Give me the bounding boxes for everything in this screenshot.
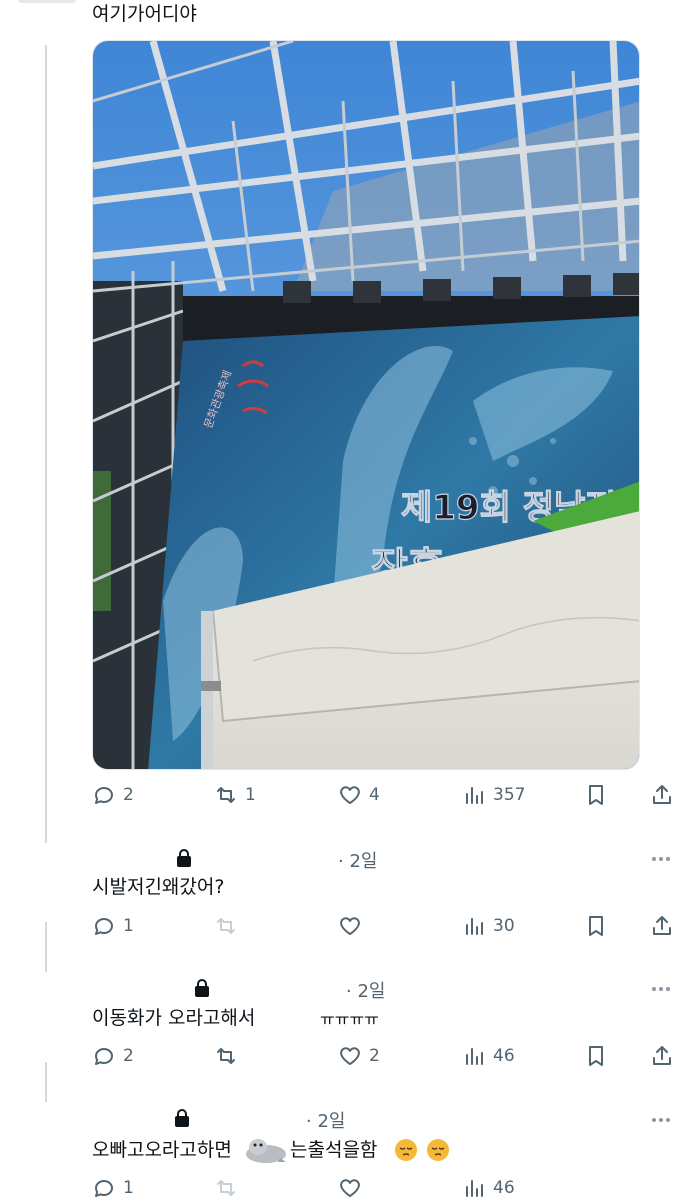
repost-icon — [217, 787, 235, 803]
share-button[interactable] — [650, 1041, 674, 1071]
views-button[interactable]: 30 — [462, 911, 515, 941]
reply-count: 1 — [123, 916, 134, 936]
views-count: 30 — [493, 916, 515, 936]
like-icon — [340, 1047, 360, 1065]
festival-stage-photo: 문화관광축제 제19회 정남진 장흥 — [93, 41, 639, 769]
share-button[interactable] — [650, 911, 674, 941]
reply-icon — [95, 1048, 113, 1065]
lock-icon — [194, 979, 210, 997]
post-photo[interactable]: 문화관광축제 제19회 정남진 장흥 — [92, 40, 640, 770]
views-icon — [466, 918, 483, 935]
thread-line — [45, 1062, 47, 1102]
reply-text: 이동화가 오라고해서 — [92, 1007, 256, 1029]
reply-button[interactable]: 2 — [92, 1041, 134, 1071]
reply-timestamp[interactable]: · 2일 — [306, 1107, 345, 1133]
reply-button[interactable]: 2 — [92, 780, 134, 810]
more-icon[interactable] — [652, 857, 674, 863]
views-button[interactable]: 357 — [462, 780, 525, 810]
bookmark-button[interactable] — [584, 1041, 608, 1071]
main-post-actions: 2 1 4 357 — [92, 780, 682, 810]
thread-line — [45, 45, 47, 843]
repost-icon — [217, 1180, 235, 1196]
reply-text-suffix: 는출석을함 — [290, 1139, 378, 1161]
like-icon — [340, 786, 360, 804]
thread-line — [45, 922, 47, 972]
reply-text: 오빠고오라고하면 — [92, 1139, 232, 1161]
repost-count: 1 — [245, 785, 256, 805]
views-button[interactable]: 46 — [462, 1041, 515, 1071]
repost-button[interactable]: 1 — [214, 780, 256, 810]
reply-count: 2 — [123, 1046, 134, 1066]
main-post-text: 여기가어디야 — [92, 3, 197, 25]
bookmark-icon — [589, 1046, 603, 1066]
repost-button[interactable] — [214, 1041, 238, 1071]
reply-count: 2 — [123, 785, 134, 805]
lock-icon — [176, 849, 192, 867]
lock-icon — [174, 1109, 190, 1127]
sleepy-face-emoji — [394, 1138, 418, 1162]
bookmark-button[interactable] — [584, 780, 608, 810]
reply-actions: 2 2 46 — [92, 1041, 682, 1071]
share-button[interactable] — [650, 780, 674, 810]
views-button[interactable]: 46 — [462, 1173, 515, 1200]
bookmark-button[interactable] — [584, 911, 608, 941]
like-icon — [340, 917, 360, 935]
views-count: 46 — [493, 1046, 515, 1066]
repost-icon — [217, 1048, 235, 1064]
reply-timestamp[interactable]: · 2일 — [346, 977, 385, 1003]
like-count: 2 — [369, 1046, 380, 1066]
repost-icon — [217, 918, 235, 934]
reply-actions: 1 46 — [92, 1173, 682, 1200]
more-icon[interactable] — [652, 987, 674, 993]
share-icon — [653, 916, 671, 935]
seal-emoji — [244, 1132, 288, 1166]
repost-button[interactable] — [214, 911, 238, 941]
sleepy-face-emoji — [426, 1138, 450, 1162]
views-count: 357 — [493, 785, 526, 805]
views-icon — [466, 1048, 483, 1065]
reply-count: 1 — [123, 1178, 134, 1198]
more-icon[interactable] — [652, 1118, 674, 1124]
reply-button[interactable]: 1 — [92, 1173, 134, 1200]
like-count: 4 — [369, 785, 380, 805]
like-button[interactable] — [338, 1173, 362, 1200]
like-icon — [340, 1179, 360, 1197]
bookmark-icon — [589, 785, 603, 805]
reply-text: 시발저긴왜갔어? — [92, 876, 225, 898]
avatar-stub — [18, 0, 76, 3]
reply-icon — [95, 918, 113, 935]
bookmark-icon — [589, 916, 603, 936]
share-icon — [653, 1046, 671, 1065]
views-count: 46 — [493, 1178, 515, 1198]
views-icon — [466, 1180, 483, 1197]
views-icon — [466, 787, 483, 804]
reply-button[interactable]: 1 — [92, 911, 134, 941]
like-button[interactable] — [338, 911, 362, 941]
reply-icon — [95, 1180, 113, 1197]
repost-button[interactable] — [214, 1173, 238, 1200]
reply-timestamp[interactable]: · 2일 — [338, 847, 377, 873]
like-button[interactable]: 2 — [338, 1041, 380, 1071]
share-icon — [653, 785, 671, 804]
like-button[interactable]: 4 — [338, 780, 380, 810]
reply-icon — [95, 787, 113, 804]
reply-actions: 1 30 — [92, 911, 682, 941]
reply-text-suffix: ㅠㅠㅠㅠ — [320, 1010, 379, 1029]
